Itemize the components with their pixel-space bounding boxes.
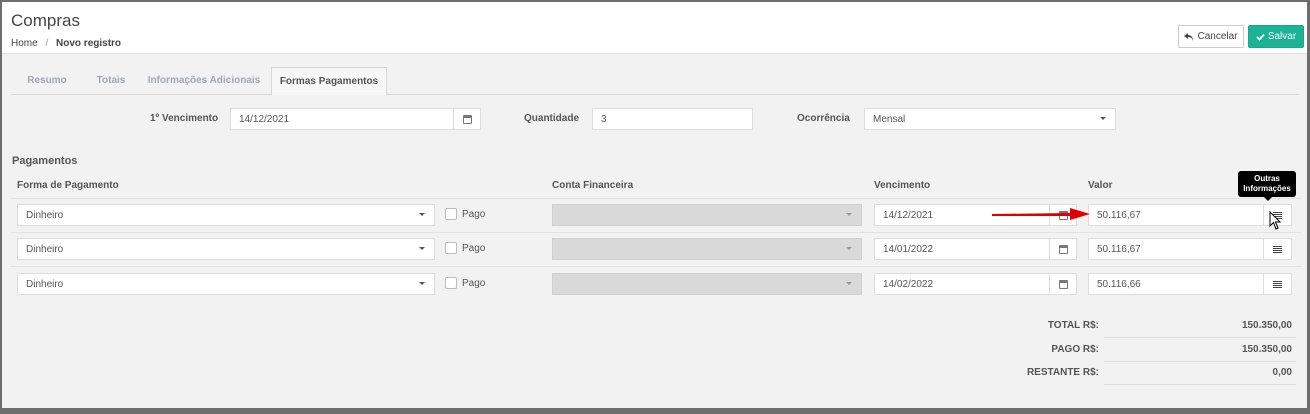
vencimento-label: 1º Vencimento [150, 113, 219, 124]
ocorrencia-label: Ocorrência [797, 113, 850, 124]
valor-input[interactable]: 50.116,67 [1088, 204, 1264, 226]
page-title: Compras [11, 11, 80, 30]
vencimento-row-calendar-button[interactable] [1049, 273, 1077, 295]
pago-checkbox[interactable] [445, 242, 457, 254]
forma-pagamento-select[interactable]: Dinheiro [17, 273, 435, 295]
outras-informacoes-button[interactable] [1263, 273, 1292, 295]
pago-label: Pago [462, 209, 486, 220]
forma-pagamento-select[interactable]: Dinheiro [17, 238, 435, 260]
arrow-annotation-icon [992, 208, 1090, 220]
total-label: TOTAL R$: [1047, 320, 1099, 331]
mouse-cursor-icon [1269, 211, 1282, 230]
column-header-valor: Valor [1088, 180, 1113, 191]
tab-resumo[interactable]: Resumo [11, 67, 83, 95]
tab-informacoes-adicionais[interactable]: Informações Adicionais [139, 67, 269, 95]
calendar-icon [1058, 279, 1068, 289]
row-divider [11, 266, 1301, 267]
ocorrencia-value: Mensal [873, 113, 906, 125]
forma-pagamento-value: Dinheiro [26, 278, 64, 290]
quantidade-label: Quantidade [524, 113, 580, 124]
breadcrumb-home[interactable]: Home [11, 38, 38, 49]
pago-checkbox[interactable] [445, 208, 457, 220]
cancel-button-label: Cancelar [1197, 31, 1238, 42]
vencimento-row-calendar-button[interactable] [1049, 238, 1077, 260]
chevron-down-icon [1100, 117, 1106, 120]
row-divider [11, 198, 1301, 199]
pago-total-label: PAGO R$: [1051, 344, 1099, 355]
save-button-label: Salvar [1267, 31, 1297, 42]
vencimento-calendar-button[interactable] [453, 108, 481, 130]
outras-informacoes-button[interactable] [1263, 238, 1292, 260]
ocorrencia-select[interactable]: Mensal [864, 108, 1116, 130]
totals-divider [1104, 384, 1296, 385]
vencimento-row-input[interactable]: 14/02/2022 [874, 273, 1050, 295]
conta-financeira-select [552, 204, 862, 226]
breadcrumb: Home / Novo registro [11, 38, 121, 49]
forma-pagamento-select[interactable]: Dinheiro [17, 204, 435, 226]
list-icon [1273, 245, 1282, 253]
row-divider [11, 232, 1301, 233]
chevron-down-icon [846, 282, 852, 285]
cancel-button[interactable]: Cancelar [1178, 25, 1244, 48]
total-value: 150.350,00 [1241, 320, 1292, 331]
column-header-vencimento: Vencimento [874, 180, 931, 191]
pago-checkbox[interactable] [445, 277, 457, 289]
valor-input[interactable]: 50.116,67 [1088, 238, 1264, 260]
pago-total-value: 150.350,00 [1241, 344, 1292, 355]
list-icon [1273, 280, 1282, 288]
vencimento-input[interactable]: 14/12/2021 [230, 108, 454, 130]
outras-informacoes-tooltip: Outras Informações [1238, 171, 1296, 201]
breadcrumb-separator: / [45, 38, 49, 49]
check-icon [1256, 33, 1265, 41]
section-title-pagamentos: Pagamentos [12, 155, 78, 167]
restante-value: 0,00 [1272, 367, 1292, 378]
page-header: Compras Home / Novo registro Cancelar Sa… [2, 2, 1307, 54]
pago-label: Pago [462, 243, 486, 254]
calendar-icon [462, 114, 472, 124]
chevron-down-icon [846, 213, 852, 216]
restante-label: RESTANTE R$: [1026, 367, 1099, 378]
vencimento-row-input[interactable]: 14/01/2022 [874, 238, 1050, 260]
totals-divider [1104, 337, 1296, 338]
tab-formas-pagamentos[interactable]: Formas Pagamentos [271, 67, 387, 96]
save-button[interactable]: Salvar [1248, 25, 1304, 48]
tab-totais[interactable]: Totais [83, 67, 139, 95]
valor-input[interactable]: 50.116,66 [1088, 273, 1264, 295]
calendar-icon [1058, 244, 1068, 254]
column-header-forma: Forma de Pagamento [17, 180, 119, 191]
breadcrumb-current: Novo registro [56, 38, 122, 49]
app-window: Compras Home / Novo registro Cancelar Sa… [2, 2, 1307, 408]
chevron-down-icon [419, 213, 425, 216]
forma-pagamento-value: Dinheiro [26, 243, 64, 255]
forma-pagamento-value: Dinheiro [26, 209, 64, 221]
undo-icon [1184, 32, 1194, 41]
totals-divider [1104, 361, 1296, 362]
quantidade-input[interactable]: 3 [592, 108, 753, 130]
column-header-conta: Conta Financeira [552, 180, 634, 191]
chevron-down-icon [419, 247, 425, 250]
chevron-down-icon [846, 247, 852, 250]
tab-bar: Resumo Totais Informações Adicionais For… [11, 67, 1299, 96]
pago-label: Pago [462, 278, 486, 289]
conta-financeira-select [552, 273, 862, 295]
chevron-down-icon [419, 282, 425, 285]
conta-financeira-select [552, 238, 862, 260]
